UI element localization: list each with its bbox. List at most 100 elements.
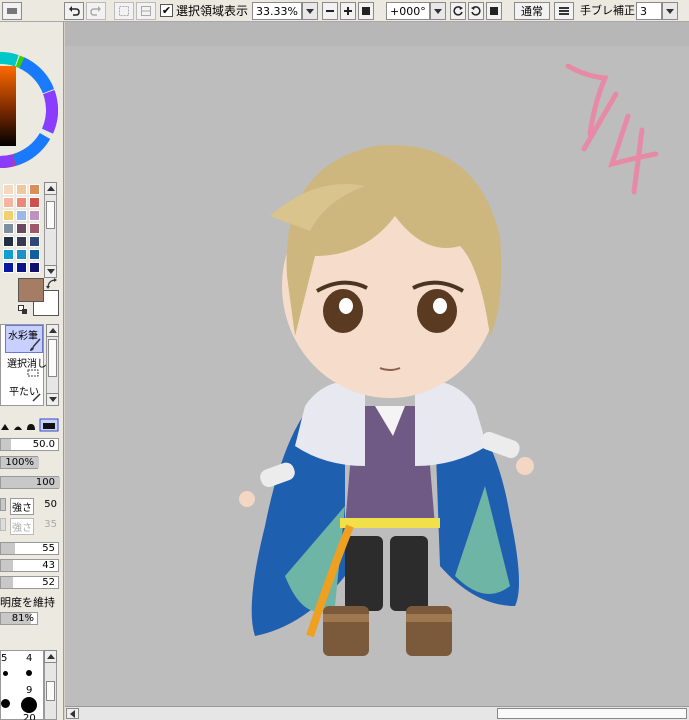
size-preset-scrollbar[interactable] — [44, 650, 57, 720]
canvas-margin — [65, 22, 689, 46]
size-preset-dot[interactable] — [1, 699, 10, 708]
swatch[interactable] — [16, 262, 27, 273]
swatch[interactable] — [29, 210, 40, 221]
tool-select-erase[interactable]: 選択消し — [5, 355, 47, 379]
invert-selection-button[interactable] — [136, 2, 156, 20]
rotate-left-icon — [453, 6, 463, 16]
menu-toggle-button[interactable] — [2, 2, 22, 20]
brush-shape-icons[interactable] — [0, 418, 60, 432]
show-selection-checkbox[interactable]: ✔ — [160, 4, 173, 17]
blend-mode-button[interactable]: 通常 — [514, 2, 550, 20]
stabilizer-field[interactable]: 3 — [636, 2, 662, 20]
swatch[interactable] — [16, 184, 27, 195]
scroll-thumb[interactable] — [46, 201, 55, 229]
zoom-in-button[interactable] — [340, 2, 356, 20]
swatch[interactable] — [16, 197, 27, 208]
opacity-field[interactable]: 81% — [0, 612, 38, 625]
swatch[interactable] — [3, 223, 14, 234]
flip-view-button[interactable] — [554, 2, 574, 20]
swatch[interactable] — [29, 249, 40, 260]
brush-size-slider[interactable]: 50.0 — [0, 438, 59, 451]
swatch[interactable] — [29, 197, 40, 208]
deselect-button[interactable] — [114, 2, 134, 20]
rotation-dropdown[interactable] — [430, 2, 446, 20]
scroll-down-button[interactable] — [44, 265, 57, 278]
canvas-horizontal-scrollbar[interactable] — [65, 706, 689, 720]
dilution-slider[interactable]: 43 — [0, 559, 59, 572]
window-icon — [7, 8, 17, 14]
size-preset-dot[interactable] — [26, 670, 32, 676]
size-preset-dot[interactable] — [21, 697, 37, 713]
foreground-color[interactable] — [18, 278, 44, 302]
reset-icon — [362, 7, 370, 15]
flip-icon — [559, 7, 569, 15]
scroll-thumb[interactable] — [497, 708, 687, 719]
swatch[interactable] — [3, 210, 14, 221]
chevron-down-icon — [46, 269, 55, 274]
strength2-row: 強さ 35 — [0, 518, 59, 535]
swatch[interactable] — [3, 236, 14, 247]
zoom-dropdown[interactable] — [302, 2, 318, 20]
swap-colors-icon[interactable] — [46, 278, 58, 290]
scroll-up-button[interactable] — [46, 324, 59, 337]
scroll-thumb[interactable] — [46, 681, 55, 701]
tool-list-scrollbar[interactable] — [46, 324, 59, 406]
canvas-area[interactable]: 7/4 — [65, 22, 689, 706]
brush-size-presets: 5 4 9 20 — [0, 650, 44, 720]
scroll-up-button[interactable] — [44, 182, 57, 195]
size-preset-label: 4 — [26, 653, 33, 664]
zoom-field[interactable]: 33.33% — [252, 2, 302, 20]
chevron-down-icon — [306, 8, 314, 14]
deselect-icon — [119, 6, 129, 16]
undo-button[interactable] — [64, 2, 84, 20]
persistence-slider[interactable]: 52 — [0, 576, 59, 589]
rotation-reset-button[interactable] — [486, 2, 502, 20]
reset-colors-icon[interactable] — [18, 305, 28, 315]
tool-flat[interactable]: 平たい — [5, 381, 43, 405]
swatch[interactable] — [29, 223, 40, 234]
handwritten-date — [565, 63, 659, 195]
strength-value[interactable]: 50 — [44, 499, 57, 510]
swatch[interactable] — [16, 236, 27, 247]
tool-watercolor[interactable]: 水彩筆 — [5, 325, 43, 353]
swatch[interactable] — [3, 262, 14, 273]
canvas[interactable]: 7/4 — [65, 46, 689, 706]
stabilizer-label: 手ブレ補正 — [580, 4, 635, 17]
swatch[interactable] — [29, 184, 40, 195]
show-selection-label: 選択領域表示 — [176, 4, 249, 18]
keep-opacity-label[interactable]: 明度を維持 — [0, 594, 55, 610]
color-wheel[interactable] — [0, 30, 58, 190]
strength-row: 強さ 50 — [0, 498, 59, 515]
zoom-out-button[interactable] — [322, 2, 338, 20]
scroll-left-button[interactable] — [66, 708, 79, 719]
swatch[interactable] — [3, 197, 14, 208]
redo-button[interactable] — [86, 2, 106, 20]
size-preset-dot[interactable] — [3, 671, 8, 676]
rotation-field[interactable]: +000° — [386, 2, 430, 20]
density-slider[interactable]: 100 — [0, 476, 60, 489]
chevron-up-icon — [46, 654, 55, 659]
swatch[interactable] — [16, 249, 27, 260]
blend-slider[interactable]: 55 — [0, 542, 59, 555]
size-preset-label: 5 — [1, 653, 8, 664]
chevron-down-icon — [666, 8, 674, 14]
swatch[interactable] — [3, 249, 14, 260]
scroll-thumb[interactable] — [48, 339, 57, 377]
swatch[interactable] — [3, 184, 14, 195]
zoom-reset-button[interactable] — [358, 2, 374, 20]
swatch[interactable] — [16, 223, 27, 234]
strength2-value[interactable]: 35 — [44, 519, 57, 530]
character-illustration — [239, 145, 534, 656]
scroll-down-button[interactable] — [46, 393, 59, 406]
scroll-up-button[interactable] — [44, 650, 57, 663]
stabilizer-dropdown[interactable] — [662, 2, 678, 20]
swatch-scrollbar[interactable] — [44, 182, 57, 278]
rotate-right-button[interactable] — [468, 2, 484, 20]
chevron-down-icon — [434, 8, 442, 14]
swatch[interactable] — [29, 262, 40, 273]
strength2-label: 強さ — [10, 518, 34, 535]
size-multiplier-field[interactable]: 100% — [0, 456, 39, 469]
swatch[interactable] — [29, 236, 40, 247]
swatch[interactable] — [16, 210, 27, 221]
rotate-left-button[interactable] — [450, 2, 466, 20]
